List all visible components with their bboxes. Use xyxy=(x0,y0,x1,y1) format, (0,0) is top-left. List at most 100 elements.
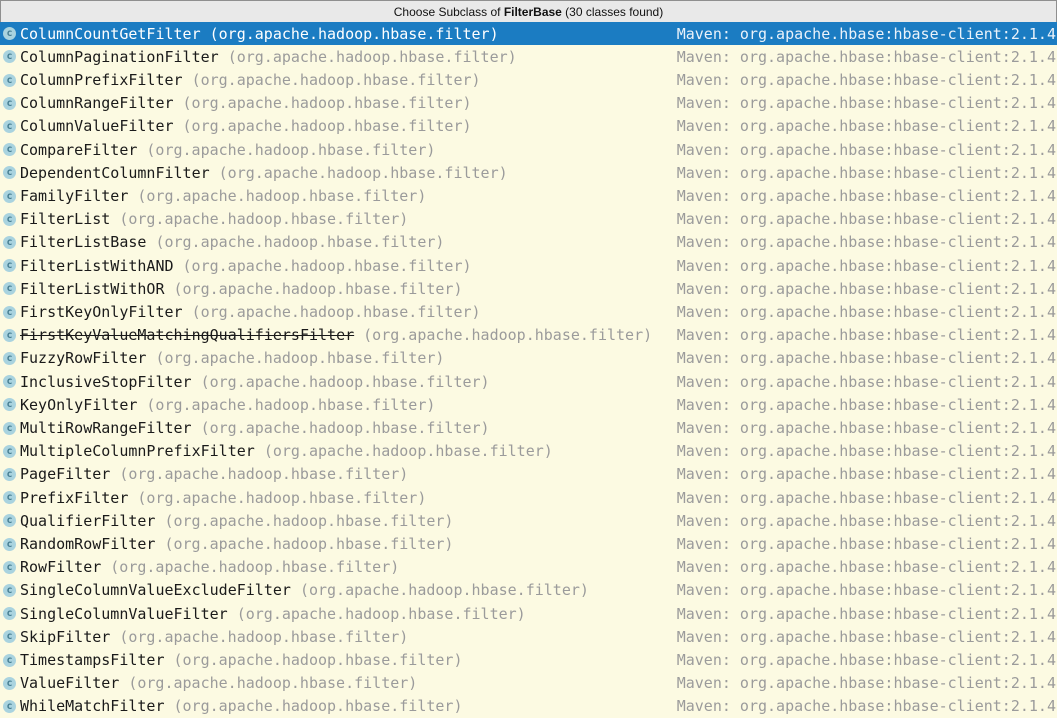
class-list-item[interactable]: c RandomRowFilter (org.apache.hadoop.hba… xyxy=(0,532,1057,556)
class-package: (org.apache.hadoop.hbase.filter) xyxy=(110,558,400,577)
class-list-item[interactable]: c FirstKeyOnlyFilter (org.apache.hadoop.… xyxy=(0,300,1057,324)
class-icon: c xyxy=(3,235,16,249)
class-name: RandomRowFilter xyxy=(20,535,156,554)
class-list-item[interactable]: c SingleColumnValueFilter (org.apache.ha… xyxy=(0,602,1057,626)
class-name: FilterListBase xyxy=(20,233,147,252)
class-list-item[interactable]: c PrefixFilter (org.apache.hadoop.hbase.… xyxy=(0,486,1057,510)
class-icon: c xyxy=(3,421,16,435)
popup-title-classname: FilterBase xyxy=(503,4,562,19)
class-list-item[interactable]: c TimestampsFilter (org.apache.hadoop.hb… xyxy=(0,648,1057,672)
class-icon: c xyxy=(3,282,16,296)
popup-title-prefix: Choose Subclass of xyxy=(393,4,504,19)
class-name: ValueFilter xyxy=(20,674,120,693)
popup-title-suffix: (30 classes found) xyxy=(561,4,664,19)
class-name: FilterList xyxy=(20,210,111,229)
class-list-item[interactable]: c FilterListBase (org.apache.hadoop.hbas… xyxy=(0,230,1057,255)
class-icon: c xyxy=(3,73,16,87)
class-list-item[interactable]: c ColumnPrefixFilter (org.apache.hadoop.… xyxy=(0,68,1057,92)
class-list-item[interactable]: c DependentColumnFilter (org.apache.hado… xyxy=(0,161,1057,185)
class-list-item[interactable]: c FilterListWithOR (org.apache.hadoop.hb… xyxy=(0,277,1057,301)
class-list-item[interactable]: c FilterListWithAND (org.apache.hadoop.h… xyxy=(0,254,1057,278)
class-list-item[interactable]: c PageFilter (org.apache.hadoop.hbase.fi… xyxy=(0,462,1057,487)
class-list-item[interactable]: c SkipFilter (org.apache.hadoop.hbase.fi… xyxy=(0,625,1057,649)
class-list-item[interactable]: c RowFilter (org.apache.hadoop.hbase.fil… xyxy=(0,555,1057,579)
maven-coordinates: Maven: org.apache.hbase:hbase-client:2.1… xyxy=(676,558,1056,577)
class-list-item[interactable]: c WhileMatchFilter (org.apache.hadoop.hb… xyxy=(0,694,1057,718)
class-package: (org.apache.hadoop.hbase.filter) xyxy=(182,256,472,275)
class-package: (org.apache.hadoop.hbase.filter) xyxy=(363,326,653,345)
class-list-item[interactable]: c CompareFilter (org.apache.hadoop.hbase… xyxy=(0,138,1057,162)
class-icon: c xyxy=(3,259,16,273)
class-package: (org.apache.hadoop.hbase.filter) xyxy=(164,535,454,554)
maven-coordinates: Maven: org.apache.hbase:hbase-client:2.1… xyxy=(676,140,1056,159)
maven-coordinates: Maven: org.apache.hbase:hbase-client:2.1… xyxy=(676,47,1056,66)
class-name: FilterListWithOR xyxy=(20,279,165,298)
class-package: (org.apache.hadoop.hbase.filter) xyxy=(236,604,526,623)
maven-coordinates: Maven: org.apache.hbase:hbase-client:2.1… xyxy=(676,697,1056,716)
class-list-item[interactable]: c FamilyFilter (org.apache.hadoop.hbase.… xyxy=(0,184,1057,208)
class-icon: c xyxy=(3,514,16,528)
class-list-item[interactable]: c ValueFilter (org.apache.hadoop.hbase.f… xyxy=(0,671,1057,695)
class-list-item[interactable]: c SingleColumnValueExcludeFilter (org.ap… xyxy=(0,578,1057,603)
class-list-item[interactable]: c KeyOnlyFilter (org.apache.hadoop.hbase… xyxy=(0,393,1057,417)
maven-coordinates: Maven: org.apache.hbase:hbase-client:2.1… xyxy=(676,442,1056,461)
class-list-item[interactable]: c ColumnValueFilter (org.apache.hadoop.h… xyxy=(0,114,1057,139)
maven-coordinates: Maven: org.apache.hbase:hbase-client:2.1… xyxy=(676,465,1056,484)
class-name: ColumnValueFilter xyxy=(20,117,174,136)
class-name: QualifierFilter xyxy=(20,511,156,530)
class-icon: c xyxy=(3,467,16,481)
maven-coordinates: Maven: org.apache.hbase:hbase-client:2.1… xyxy=(676,117,1056,136)
class-name: ColumnCountGetFilter xyxy=(20,24,201,43)
class-package: (org.apache.hadoop.hbase.filter) xyxy=(200,372,490,391)
class-list-item[interactable]: c QualifierFilter (org.apache.hadoop.hba… xyxy=(0,509,1057,533)
class-icon: c xyxy=(3,119,16,133)
class-package: (org.apache.hadoop.hbase.filter) xyxy=(173,279,463,298)
class-package: (org.apache.hadoop.hbase.filter) xyxy=(182,94,472,113)
maven-coordinates: Maven: org.apache.hbase:hbase-client:2.1… xyxy=(676,419,1056,438)
class-list-item[interactable]: c ColumnCountGetFilter (org.apache.hadoo… xyxy=(0,22,1057,46)
class-icon: c xyxy=(3,305,16,319)
maven-coordinates: Maven: org.apache.hbase:hbase-client:2.1… xyxy=(676,279,1056,298)
maven-coordinates: Maven: org.apache.hbase:hbase-client:2.1… xyxy=(676,24,1056,43)
class-package: (org.apache.hadoop.hbase.filter) xyxy=(164,511,454,530)
maven-coordinates: Maven: org.apache.hbase:hbase-client:2.1… xyxy=(676,395,1056,414)
class-list-item[interactable]: c FilterList (org.apache.hadoop.hbase.fi… xyxy=(0,207,1057,231)
class-list-item[interactable]: c MultiRowRangeFilter (org.apache.hadoop… xyxy=(0,416,1057,440)
class-name: RowFilter xyxy=(20,558,102,577)
class-icon: c xyxy=(3,351,16,365)
maven-coordinates: Maven: org.apache.hbase:hbase-client:2.1… xyxy=(676,535,1056,554)
maven-coordinates: Maven: org.apache.hbase:hbase-client:2.1… xyxy=(676,372,1056,391)
class-package: (org.apache.hadoop.hbase.filter) xyxy=(173,651,463,670)
class-list-item[interactable]: c MultipleColumnPrefixFilter (org.apache… xyxy=(0,439,1057,463)
class-icon: c xyxy=(3,50,16,64)
class-package: (org.apache.hadoop.hbase.filter) xyxy=(191,71,481,89)
maven-coordinates: Maven: org.apache.hbase:hbase-client:2.1… xyxy=(676,349,1056,368)
class-package: (org.apache.hadoop.hbase.filter) xyxy=(119,210,409,229)
class-list-item[interactable]: c FirstKeyValueMatchingQualifiersFilter … xyxy=(0,323,1057,347)
class-package: (org.apache.hadoop.hbase.filter) xyxy=(218,163,508,182)
class-package: (org.apache.hadoop.hbase.filter) xyxy=(299,581,589,600)
class-list: c ColumnCountGetFilter (org.apache.hadoo… xyxy=(0,22,1057,718)
class-icon: c xyxy=(3,491,16,505)
class-icon: c xyxy=(3,560,16,574)
maven-coordinates: Maven: org.apache.hbase:hbase-client:2.1… xyxy=(676,303,1056,322)
class-list-item[interactable]: c FuzzyRowFilter (org.apache.hadoop.hbas… xyxy=(0,346,1057,371)
class-package: (org.apache.hadoop.hbase.filter) xyxy=(119,465,409,484)
class-package: (org.apache.hadoop.hbase.filter) xyxy=(209,24,499,43)
class-icon: c xyxy=(3,630,16,644)
class-list-item[interactable]: c ColumnRangeFilter (org.apache.hadoop.h… xyxy=(0,91,1057,115)
class-name: FirstKeyOnlyFilter xyxy=(20,303,183,322)
class-name: ColumnRangeFilter xyxy=(20,94,174,113)
maven-coordinates: Maven: org.apache.hbase:hbase-client:2.1… xyxy=(676,210,1056,229)
class-name: PageFilter xyxy=(20,465,111,484)
maven-coordinates: Maven: org.apache.hbase:hbase-client:2.1… xyxy=(676,94,1056,113)
class-name: FirstKeyValueMatchingQualifiersFilter xyxy=(20,326,355,345)
class-icon: c xyxy=(3,328,16,342)
maven-coordinates: Maven: org.apache.hbase:hbase-client:2.1… xyxy=(676,627,1056,646)
class-list-item[interactable]: c ColumnPaginationFilter (org.apache.had… xyxy=(0,45,1057,69)
class-package: (org.apache.hadoop.hbase.filter) xyxy=(146,140,436,159)
class-icon: c xyxy=(3,27,16,41)
class-list-item[interactable]: c InclusiveStopFilter (org.apache.hadoop… xyxy=(0,370,1057,394)
class-name: WhileMatchFilter xyxy=(20,697,165,716)
class-package: (org.apache.hadoop.hbase.filter) xyxy=(191,303,481,322)
